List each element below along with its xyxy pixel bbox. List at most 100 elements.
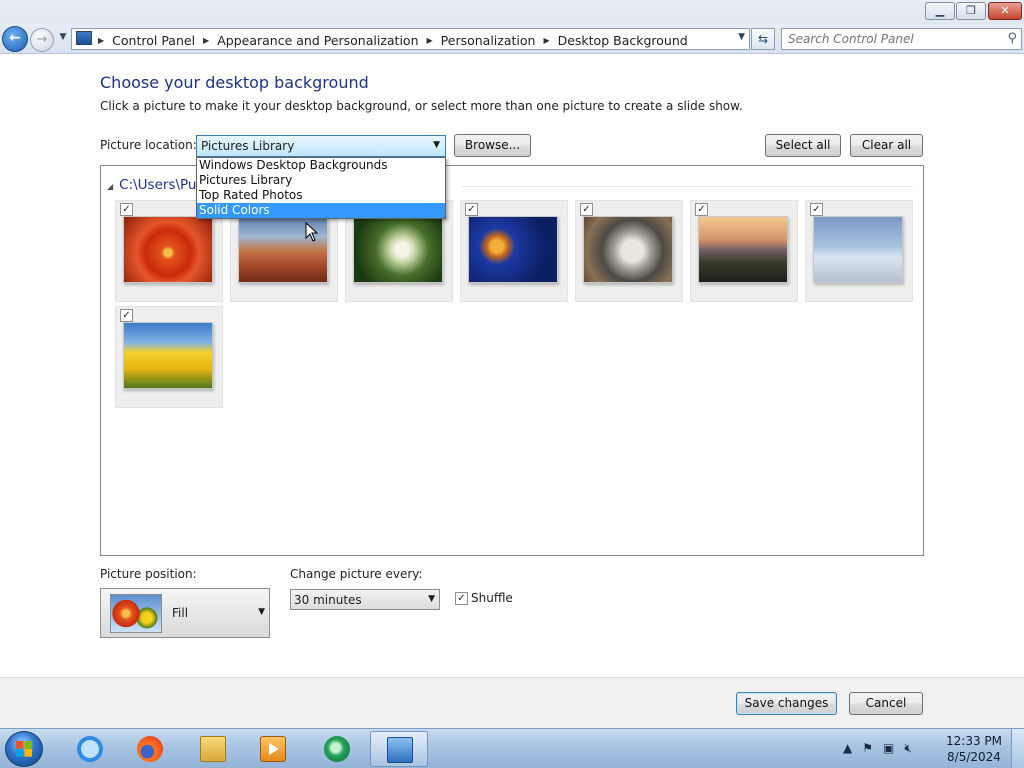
jellyfish-image: [468, 216, 558, 283]
clock[interactable]: 12:33 PM 8/5/2024: [946, 733, 1002, 765]
chevron-right-icon[interactable]: ▶: [427, 36, 433, 45]
chat-app-icon: [324, 736, 350, 762]
tile-checkbox[interactable]: ✓: [580, 203, 593, 216]
breadcrumb-personalization[interactable]: Personalization: [441, 33, 536, 48]
tile-checkbox[interactable]: ✓: [810, 203, 823, 216]
lighthouse-image: [698, 216, 788, 283]
taskbar-chat-app[interactable]: [312, 731, 362, 767]
picture-location-label: Picture location:: [100, 138, 197, 152]
control-panel-icon: [387, 737, 413, 763]
option-top-rated-photos[interactable]: Top Rated Photos: [197, 188, 445, 203]
windows-logo-icon: [16, 741, 32, 757]
taskbar: ▲ ⚑ ▣ 🔇︎ 12:33 PM 8/5/2024: [0, 728, 1024, 768]
picture-location-dropdown-list[interactable]: Windows Desktop Backgrounds Pictures Lib…: [196, 157, 446, 219]
refresh-icon: ⇆: [757, 32, 769, 46]
chrysanthemum-image: [123, 216, 213, 283]
chevron-right-icon[interactable]: ▶: [203, 36, 209, 45]
group-path: C:\Users\Pu: [119, 177, 197, 193]
chevron-right-icon[interactable]: ▶: [98, 36, 104, 45]
browse-button[interactable]: Browse...: [454, 134, 531, 157]
picture-tile-penguins[interactable]: ✓: [805, 200, 913, 302]
collapse-triangle-icon[interactable]: ◢: [107, 182, 113, 191]
show-hidden-icons-icon[interactable]: ▲: [843, 741, 852, 755]
taskbar-control-panel[interactable]: [370, 731, 428, 767]
shuffle-checkbox[interactable]: ✓: [455, 592, 468, 605]
taskbar-media-player[interactable]: [248, 731, 298, 767]
option-pictures-library[interactable]: Pictures Library: [197, 173, 445, 188]
picture-location-value: Pictures Library: [201, 139, 295, 153]
group-divider: [461, 186, 913, 187]
mouse-cursor-icon: [305, 222, 319, 242]
window-title-bar: ▁ ❐ ✕: [0, 0, 1024, 24]
chevron-down-icon: ▼: [428, 594, 435, 604]
internet-explorer-icon: [77, 736, 103, 762]
picture-position-select[interactable]: Fill ▼: [100, 588, 270, 638]
tile-checkbox[interactable]: ✓: [465, 203, 478, 216]
search-icon[interactable]: ⚲: [1007, 31, 1017, 46]
start-button[interactable]: [5, 731, 43, 767]
change-interval-select[interactable]: 30 minutes ▼: [290, 589, 440, 610]
taskbar-firefox[interactable]: [125, 731, 175, 767]
chevron-down-icon: ▼: [433, 140, 440, 150]
picture-tile-koala[interactable]: ✓: [575, 200, 683, 302]
refresh-button[interactable]: ⇆: [751, 28, 775, 50]
tile-checkbox[interactable]: ✓: [120, 309, 133, 322]
page-title: Choose your desktop background: [100, 73, 369, 92]
tile-checkbox[interactable]: ✓: [695, 203, 708, 216]
option-windows-desktop-backgrounds[interactable]: Windows Desktop Backgrounds: [197, 158, 445, 173]
search-box[interactable]: ⚲: [781, 28, 1022, 50]
tulips-image: [123, 322, 213, 389]
close-button[interactable]: ✕: [988, 2, 1022, 20]
clock-date: 8/5/2024: [947, 750, 1001, 764]
breadcrumb: ▶ Control Panel ▶ Appearance and Persona…: [98, 31, 688, 49]
search-input[interactable]: [788, 31, 998, 47]
control-panel-icon: [76, 31, 92, 45]
select-all-button[interactable]: Select all: [765, 134, 841, 157]
forward-arrow-icon: →: [36, 32, 48, 47]
picture-tile-jellyfish[interactable]: ✓: [460, 200, 568, 302]
koala-image: [583, 216, 673, 283]
cancel-button[interactable]: Cancel: [849, 692, 923, 715]
chevron-right-icon[interactable]: ▶: [543, 36, 549, 45]
position-preview-image: [110, 594, 162, 633]
network-icon[interactable]: ▣: [883, 741, 894, 755]
save-changes-button[interactable]: Save changes: [736, 692, 837, 715]
file-explorer-icon: [200, 736, 226, 762]
taskbar-file-explorer[interactable]: [188, 731, 238, 767]
firefox-icon: [137, 736, 163, 762]
picture-tile-lighthouse[interactable]: ✓: [690, 200, 798, 302]
taskbar-internet-explorer[interactable]: [65, 731, 115, 767]
close-icon: ✕: [1000, 4, 1010, 17]
restore-icon: ❐: [966, 4, 976, 17]
chevron-down-icon: ▼: [258, 607, 265, 617]
option-solid-colors[interactable]: Solid Colors: [197, 203, 445, 218]
penguins-image: [813, 216, 903, 283]
address-bar[interactable]: ▶ Control Panel ▶ Appearance and Persona…: [71, 28, 750, 50]
clear-all-button[interactable]: Clear all: [850, 134, 923, 157]
change-interval-value: 30 minutes: [294, 593, 362, 607]
picture-gallery[interactable]: ◢C:\Users\Pu8) ✓ ✓ ✓ ✓ ✓ ✓ ✓ ✓: [100, 165, 924, 556]
breadcrumb-control-panel[interactable]: Control Panel: [112, 33, 195, 48]
back-button[interactable]: ←: [2, 26, 28, 52]
volume-muted-icon[interactable]: 🔇︎: [904, 741, 912, 756]
picture-location-select[interactable]: Pictures Library ▼: [196, 135, 446, 157]
maximize-button[interactable]: ❐: [956, 2, 986, 20]
clock-time: 12:33 PM: [946, 734, 1002, 748]
page-description: Click a picture to make it your desktop …: [100, 99, 743, 113]
address-dropdown-icon[interactable]: ▼: [738, 32, 745, 42]
shuffle-label[interactable]: Shuffle: [471, 591, 513, 605]
navigation-bar: ← → ▼ ▶ Control Panel ▶ Appearance and P…: [0, 24, 1024, 54]
breadcrumb-appearance[interactable]: Appearance and Personalization: [217, 33, 418, 48]
system-tray: ▲ ⚑ ▣ 🔇︎: [843, 738, 912, 758]
minimize-button[interactable]: ▁: [925, 2, 955, 20]
picture-tile-tulips[interactable]: ✓: [115, 306, 223, 408]
action-center-flag-icon[interactable]: ⚑: [862, 741, 873, 755]
recent-pages-dropdown-icon[interactable]: ▼: [57, 32, 69, 46]
media-player-icon: [260, 736, 286, 762]
tile-checkbox[interactable]: ✓: [120, 203, 133, 216]
change-picture-label: Change picture every:: [290, 567, 423, 581]
forward-button[interactable]: →: [30, 28, 54, 52]
picture-position-value: Fill: [172, 606, 189, 620]
breadcrumb-desktop-background[interactable]: Desktop Background: [558, 33, 688, 48]
show-desktop-button[interactable]: [1011, 729, 1024, 768]
